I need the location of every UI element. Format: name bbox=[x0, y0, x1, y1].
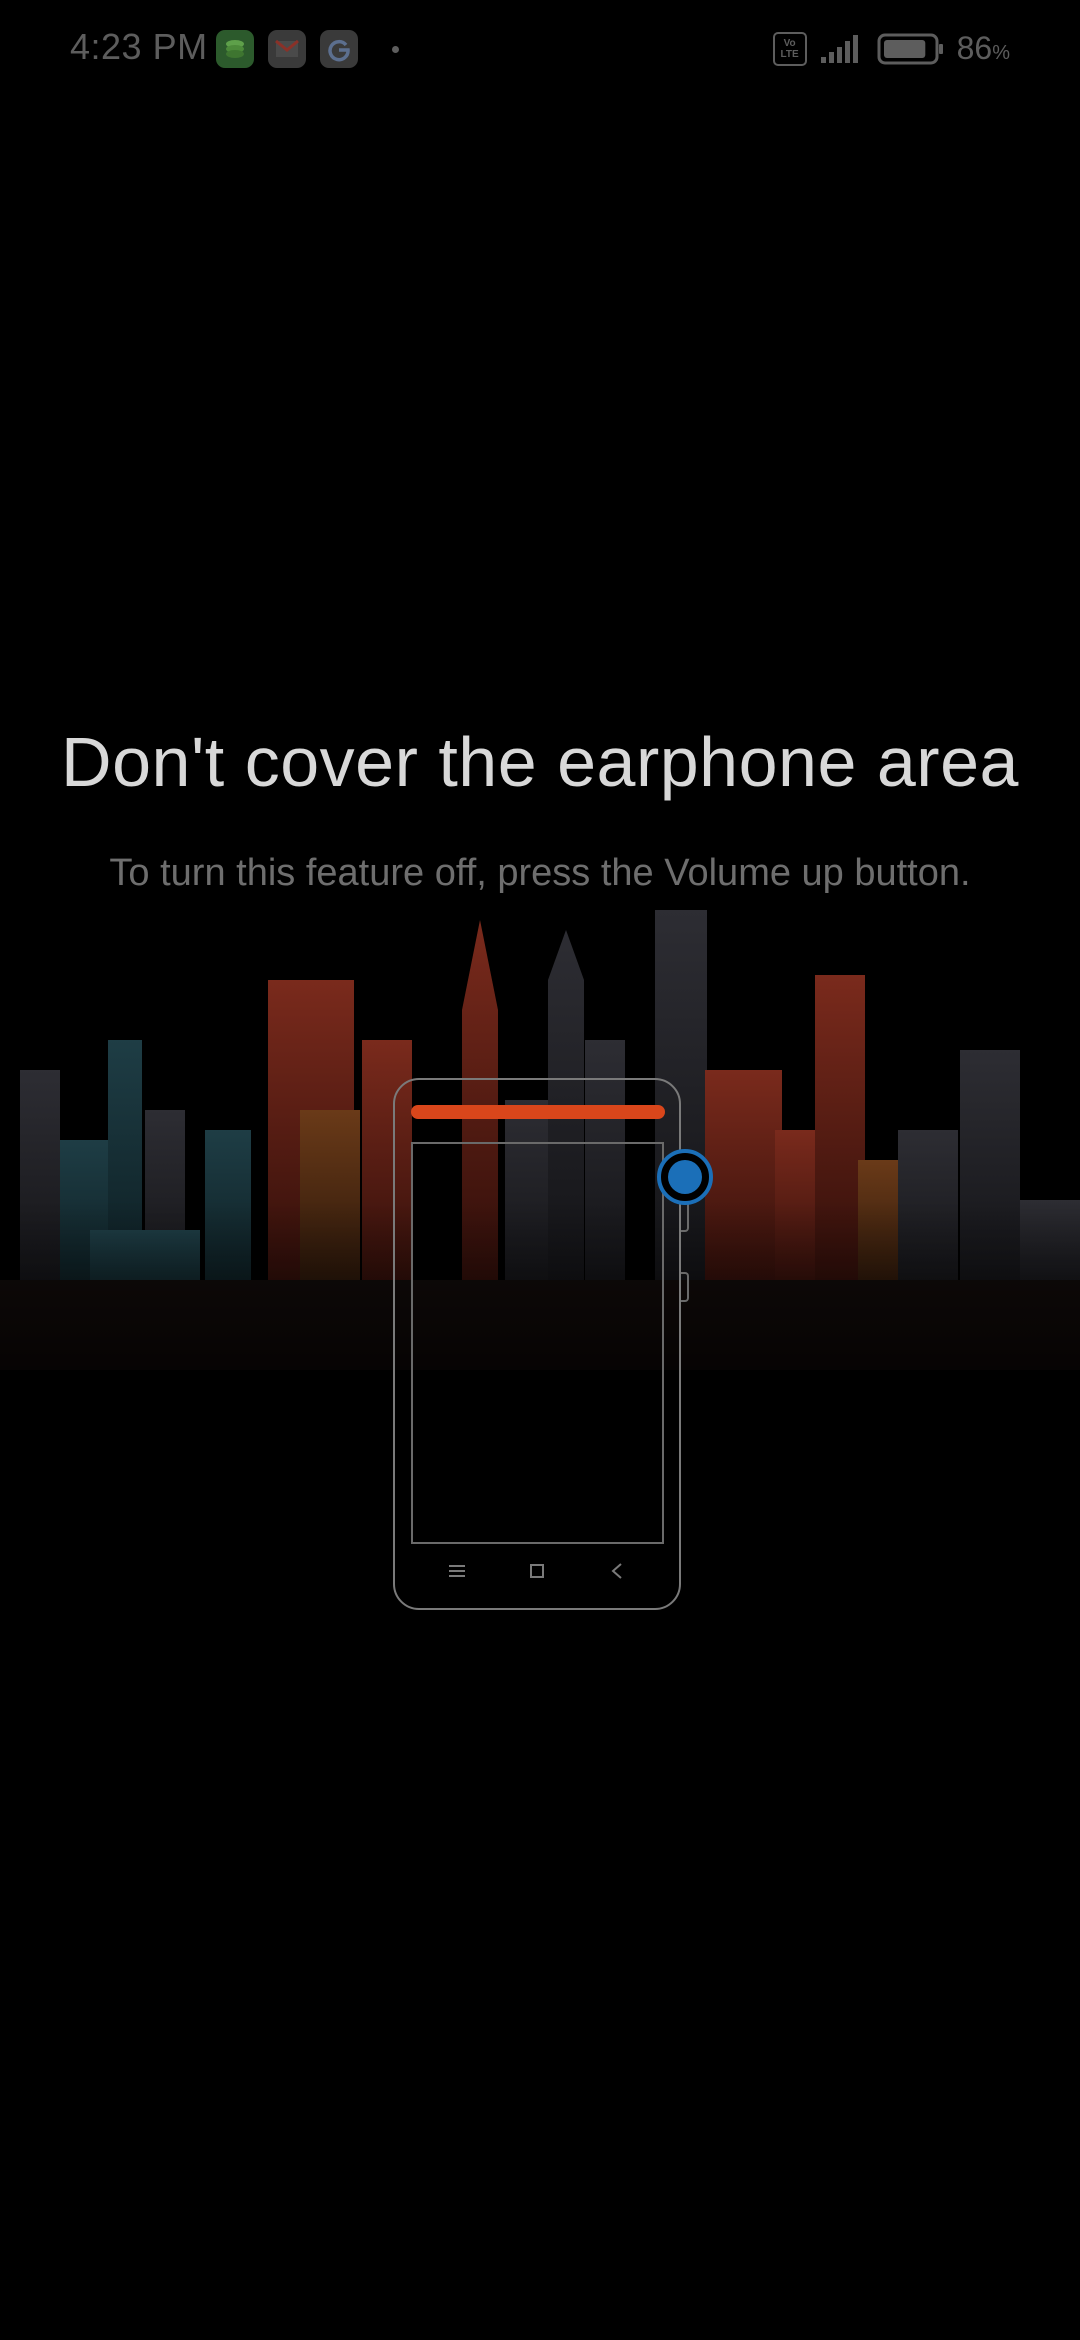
battery-percent: 86% bbox=[957, 30, 1010, 67]
status-right-group: Vo LTE 86% bbox=[772, 30, 1010, 67]
proximity-sensor-dot-icon bbox=[668, 1160, 702, 1194]
battery-percent-unit: % bbox=[992, 42, 1010, 64]
battery-percent-value: 86 bbox=[956, 30, 993, 66]
volte-icon: Vo LTE bbox=[772, 31, 807, 66]
menu-icon bbox=[446, 1560, 468, 1582]
stack-app-icon bbox=[216, 30, 254, 68]
page-title: Don't cover the earphone area bbox=[61, 723, 1019, 801]
status-time: 4:23 PM bbox=[70, 26, 208, 67]
battery-icon bbox=[877, 33, 943, 64]
home-icon bbox=[526, 1560, 548, 1582]
phone-nav-keys bbox=[393, 1560, 681, 1582]
more-dot-icon bbox=[392, 45, 399, 53]
earphone-area-indicator bbox=[411, 1105, 665, 1119]
google-icon bbox=[320, 30, 358, 68]
gmail-icon bbox=[268, 30, 306, 68]
phone-screen-outline bbox=[411, 1142, 664, 1544]
status-bar: 4:23 PM Vo LTE 86% bbox=[0, 0, 1080, 100]
notification-icons bbox=[216, 30, 399, 68]
signal-icon bbox=[820, 34, 858, 63]
volte-label: Vo LTE bbox=[780, 37, 799, 60]
power-button-illustration bbox=[681, 1272, 689, 1302]
back-icon bbox=[606, 1560, 628, 1582]
page-subtitle: To turn this feature off, press the Volu… bbox=[109, 852, 971, 894]
